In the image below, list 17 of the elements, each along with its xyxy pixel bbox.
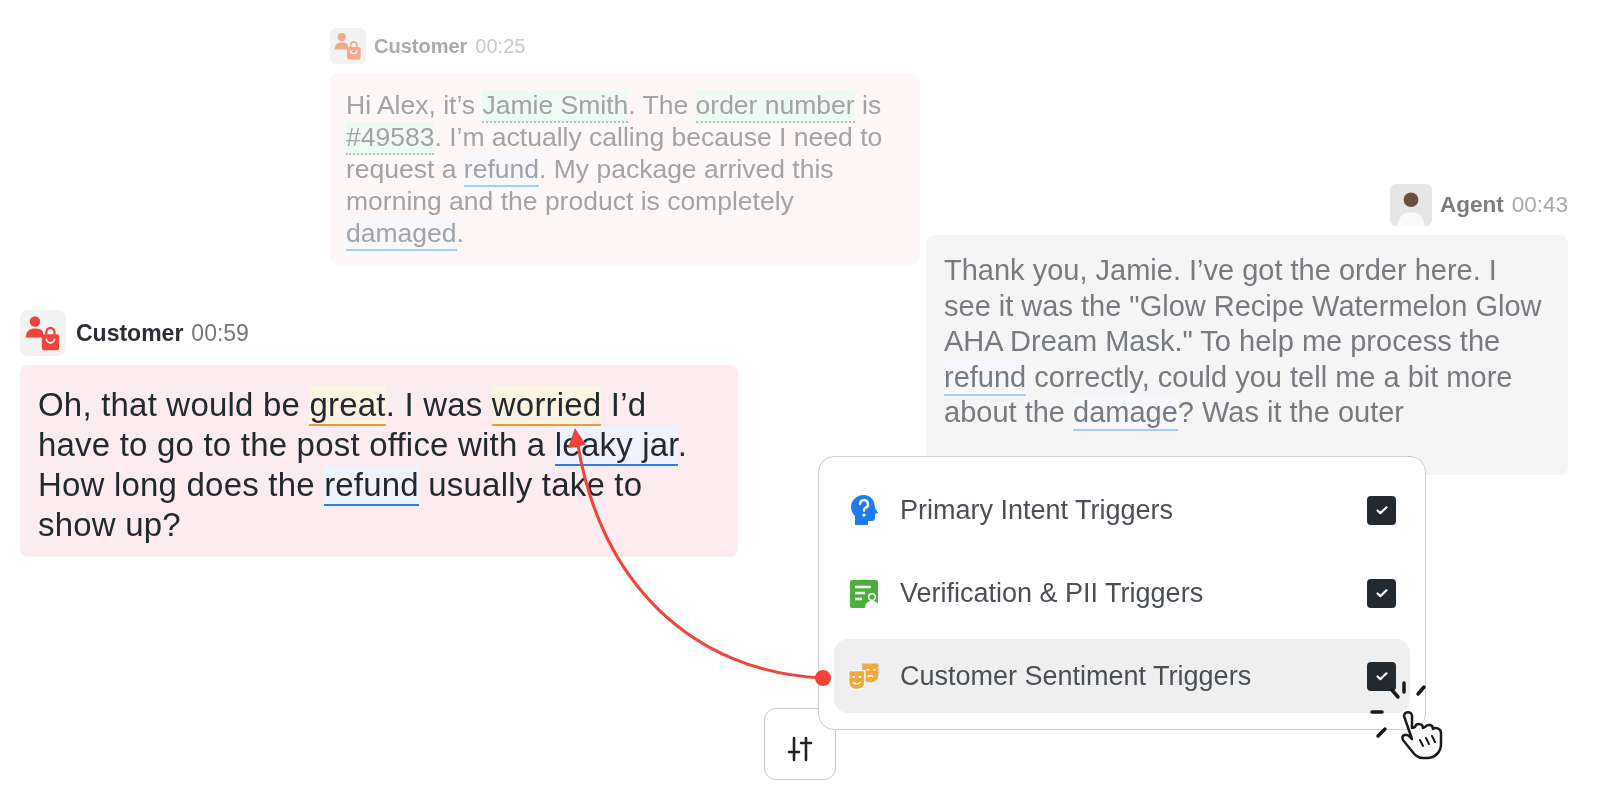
checkbox[interactable] (1367, 495, 1396, 525)
checkbox[interactable] (1367, 578, 1396, 608)
message-text: Hi Alex, it’s Jamie Smith. The order number is #49583. I’m actually calling because I need to request a refund. My package arrived this morning and the product is completely damaged. (346, 89, 891, 249)
menu-item[interactable]: Customer Sentiment Triggers (834, 639, 1410, 713)
filter-button[interactable] (764, 708, 836, 780)
speaker-name: Agent (1439, 192, 1504, 218)
avatar (1389, 184, 1432, 226)
menu-item[interactable]: Primary Intent Triggers (834, 473, 1410, 547)
menu-item[interactable]: Verification & PII Triggers (834, 556, 1410, 630)
timestamp: 00:43 (1511, 192, 1568, 218)
checkbox[interactable] (1367, 661, 1396, 691)
customer-shopping-icon (20, 310, 66, 356)
speaker-name: Customer (76, 319, 184, 347)
speaker-name: Customer (374, 34, 468, 58)
message-text: Thank you, Jamie. I’ve got the order here. I see it was the "Glow Recipe Watermelon Glow AHA Dream Mask." To help me process the refund correctly, could you tell me a bit more about the damage? Was it the outer (944, 253, 1550, 431)
timestamp: 00:59 (191, 319, 249, 347)
customer-shopping-icon (330, 28, 366, 64)
